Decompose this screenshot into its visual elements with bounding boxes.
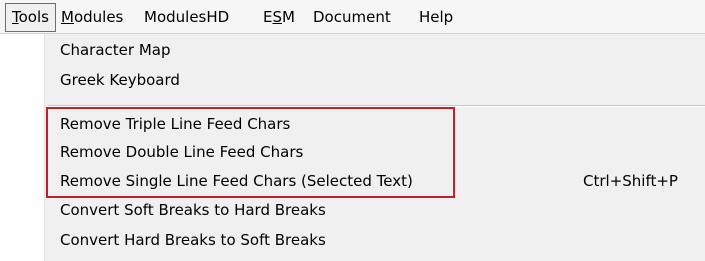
menu-tools[interactable]: Tools: [5, 3, 56, 32]
menu-item-greek-keyboard[interactable]: Greek Keyboard: [44, 66, 705, 94]
menu-help-pre: Help: [419, 8, 454, 26]
menu-tools-post: ools: [18, 8, 49, 26]
menu-document[interactable]: Document: [313, 3, 391, 32]
tools-dropdown-menu: Character Map Greek Keyboard Remove Trip…: [44, 34, 705, 261]
menu-item-shortcut: Ctrl+Shift+P: [583, 172, 678, 190]
menu-modules-post: odules: [73, 8, 124, 26]
menu-item-character-map[interactable]: Character Map: [44, 36, 705, 64]
menu-item-remove-single-line-feed[interactable]: Remove Single Line Feed Chars (Selected …: [44, 167, 705, 195]
menu-item-remove-double-line-feed[interactable]: Remove Double Line Feed Chars: [44, 138, 705, 166]
menu-esm[interactable]: ESM: [263, 3, 295, 32]
menu-esm-accelerator: S: [272, 8, 283, 26]
menu-modules[interactable]: Modules: [61, 3, 123, 32]
menu-moduleshd-pre: ModulesHD: [144, 8, 230, 26]
menu-separator: [48, 105, 705, 107]
menu-tools-accelerator: T: [12, 8, 19, 26]
menu-item-label: Character Map: [60, 41, 171, 59]
menu-bar: Tools Modules ModulesHD ESM Document Hel…: [0, 0, 705, 34]
menu-modules-accelerator: M: [61, 8, 74, 26]
menu-esm-post: M: [282, 8, 295, 26]
menu-item-convert-hard-to-soft[interactable]: Convert Hard Breaks to Soft Breaks: [44, 226, 705, 254]
menu-item-label: Remove Triple Line Feed Chars: [60, 115, 291, 133]
menu-item-convert-soft-to-hard[interactable]: Convert Soft Breaks to Hard Breaks: [44, 196, 705, 224]
menu-item-label: Remove Single Line Feed Chars (Selected …: [60, 172, 413, 190]
menu-item-label: Greek Keyboard: [60, 71, 180, 89]
menu-item-label: Remove Double Line Feed Chars: [60, 143, 304, 161]
menu-document-pre: Document: [313, 8, 391, 26]
menu-help[interactable]: Help: [419, 3, 453, 32]
menu-item-label: Convert Soft Breaks to Hard Breaks: [60, 201, 326, 219]
menu-item-label: Convert Hard Breaks to Soft Breaks: [60, 231, 326, 249]
menu-moduleshd[interactable]: ModulesHD: [144, 3, 229, 32]
menu-item-remove-triple-line-feed[interactable]: Remove Triple Line Feed Chars: [44, 110, 705, 138]
